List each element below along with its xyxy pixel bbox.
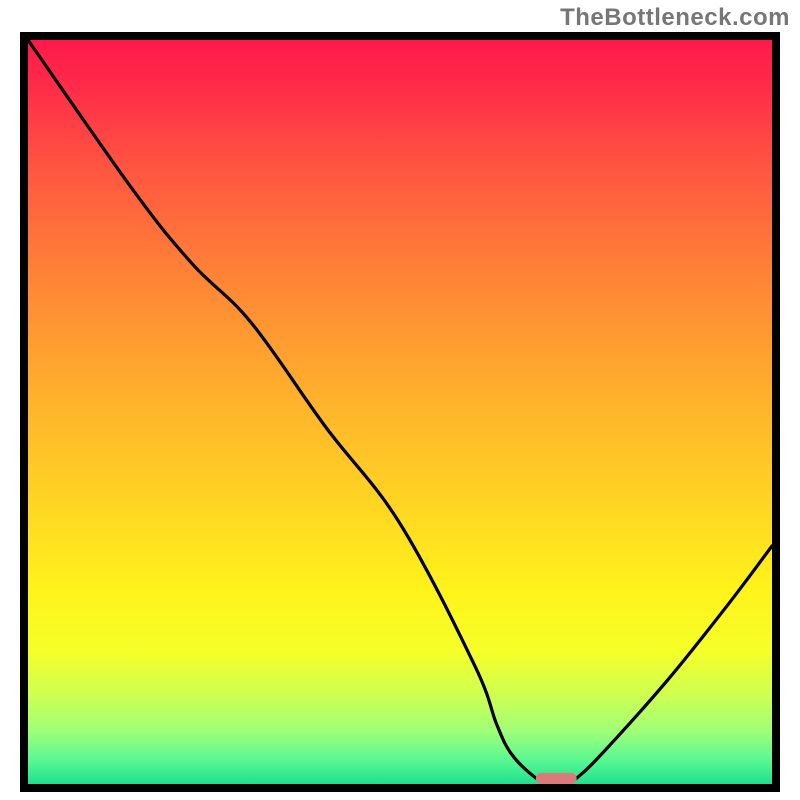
watermark-text: TheBottleneck.com: [560, 4, 790, 32]
plot-svg: [28, 40, 772, 784]
gradient-background: [28, 40, 772, 784]
chart-container: TheBottleneck.com: [0, 0, 800, 800]
plot-area: [28, 40, 772, 784]
plot-frame: [20, 32, 780, 792]
target-marker: [536, 773, 577, 784]
